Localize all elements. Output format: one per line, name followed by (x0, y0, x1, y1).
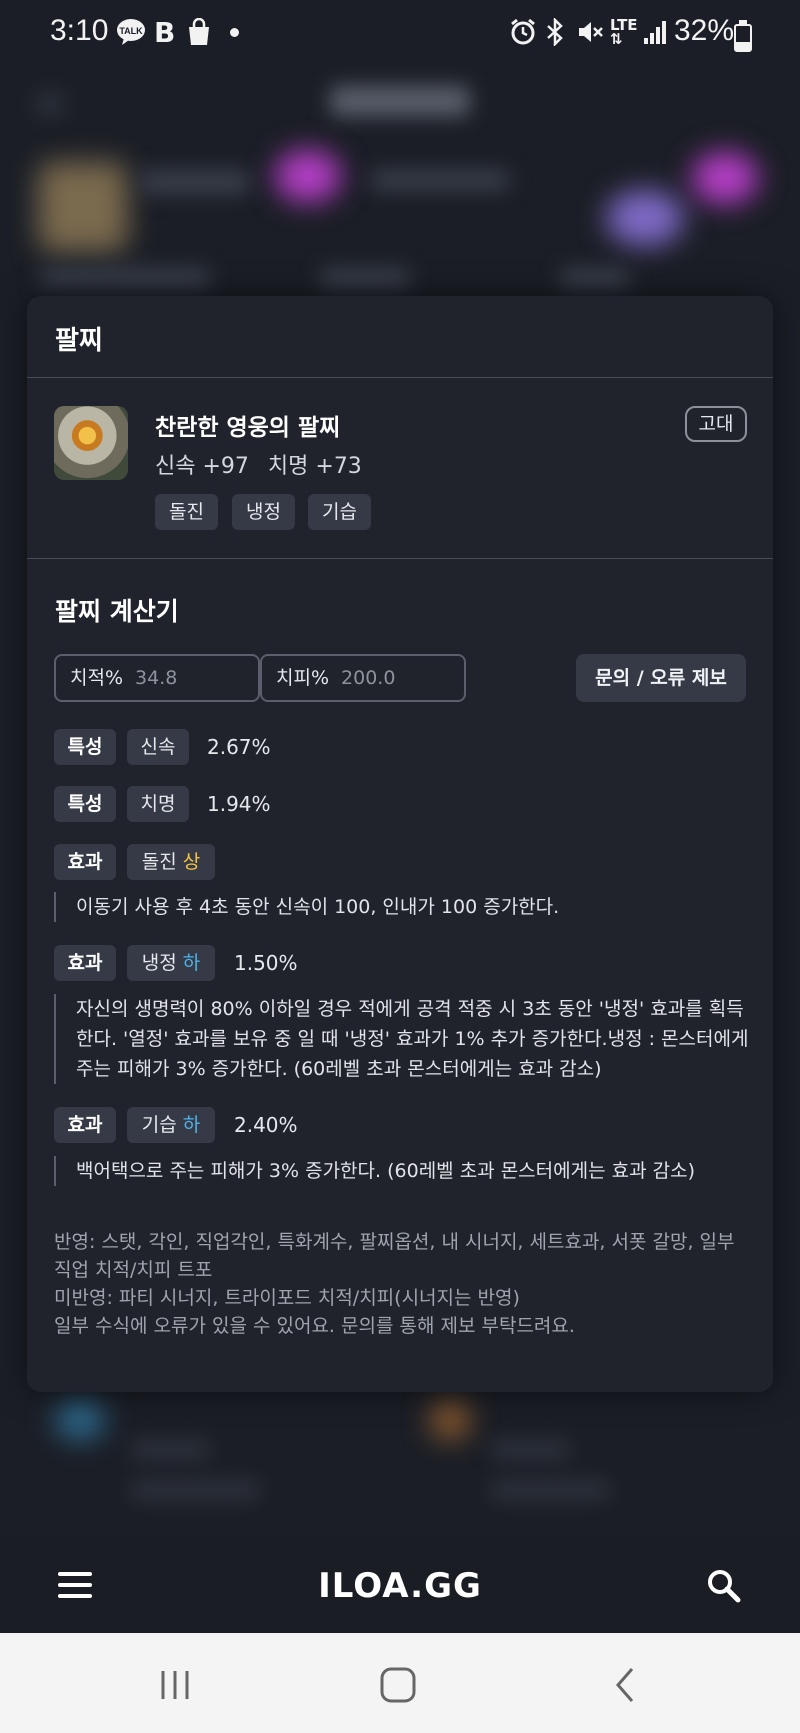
calculator-title: 팔찌 계산기 (55, 597, 179, 626)
item-stat: 치명 +73 (267, 454, 362, 479)
crit-rate-input[interactable]: 치적% 34.8 (54, 654, 260, 702)
option-value: 1.94% (207, 792, 271, 816)
blurred-text (490, 1480, 610, 1500)
blurred-text (40, 268, 210, 288)
blurred-gem-icon (606, 190, 684, 246)
blurred-back-icon (35, 90, 65, 118)
report-error-button[interactable]: 문의 / 오류 제보 (576, 654, 746, 702)
option-name-chip: 신속 (127, 729, 189, 765)
option-name: 기습 (141, 1114, 177, 1136)
blurred-text (490, 1440, 570, 1460)
option-name: 돌진 (141, 851, 177, 873)
blurred-text (140, 170, 250, 194)
grade-badge: 고대 (685, 406, 747, 442)
option-name: 냉정 (141, 952, 177, 974)
battery-percent: 32% (674, 14, 735, 47)
effect-tag: 기습 (308, 494, 371, 530)
effect-tag: 돌진 (155, 494, 218, 530)
blurred-gem-icon (692, 152, 758, 204)
blurred-header-title (330, 86, 470, 116)
effect-description: 이동기 사용 후 4초 동안 신속이 100, 인내가 100 증가한다. (54, 892, 756, 922)
blurred-gem-icon (275, 150, 341, 202)
option-name: 신속 (140, 736, 176, 758)
crit-rate-placeholder: 34.8 (135, 667, 178, 689)
lte-icon: LTE ⇅ (610, 16, 638, 48)
option-name: 치명 (140, 793, 176, 815)
item-name: 찬란한 영웅의 팔찌 (155, 415, 341, 441)
battery-icon (734, 20, 752, 52)
back-icon[interactable] (606, 1665, 646, 1705)
brand-logo[interactable]: ILOA.GG (0, 1566, 800, 1606)
status-time: 3:10 (50, 14, 109, 47)
svg-text:TALK: TALK (119, 26, 143, 36)
option-level: 하 (182, 952, 201, 974)
option-value: 2.40% (234, 1113, 298, 1137)
bracelet-item-image (54, 406, 128, 480)
app-bottom-bar: ILOA.GG (0, 1538, 800, 1633)
search-icon[interactable] (706, 1568, 742, 1604)
option-name-chip: 냉정 하 (127, 945, 215, 981)
bracelet-modal: 팔찌 찬란한 영웅의 팔찌 신속 +97 치명 +73 고대 돌진 냉정 기습 … (27, 296, 773, 1392)
shopping-bag-icon (186, 17, 212, 53)
home-icon[interactable] (378, 1665, 418, 1705)
blurred-text (130, 1480, 260, 1500)
blurred-icon (55, 1400, 105, 1440)
modal-title: 팔찌 (55, 326, 103, 356)
option-type-chip: 효과 (54, 1107, 116, 1143)
bluetooth-icon (544, 16, 566, 53)
divider (27, 377, 773, 378)
divider (27, 558, 773, 559)
note-line: 반영: 스탯, 각인, 직업각인, 특화계수, 팔찌옵션, 내 시너지, 세트효… (54, 1231, 735, 1281)
effect-description: 자신의 생명력이 80% 이하일 경우 적에게 공격 적중 시 3초 동안 '냉… (54, 994, 756, 1084)
item-stat: 신속 +97 (155, 454, 249, 479)
b-icon: B (154, 16, 176, 49)
battery-level-fill (736, 42, 750, 50)
crit-damage-placeholder: 200.0 (341, 667, 396, 689)
option-name-chip: 돌진 상 (127, 844, 215, 880)
blurred-text (130, 1440, 210, 1460)
crit-damage-label: 치피% (276, 667, 330, 689)
mute-icon (576, 18, 604, 53)
effect-tag: 냉정 (232, 494, 295, 530)
note-line: 미반영: 파티 시너지, 트라이포드 치적/치피(시너지는 반영) (54, 1287, 520, 1309)
blurred-text (370, 170, 510, 190)
note-line: 일부 수식에 오류가 있을 수 있어요. 문의를 통해 제보 부탁드려요. (54, 1315, 575, 1337)
crit-damage-input[interactable]: 치피% 200.0 (260, 654, 466, 702)
option-name-chip: 기습 하 (127, 1107, 215, 1143)
option-type-chip: 특성 (54, 786, 116, 822)
blurred-icon (430, 1400, 470, 1440)
item-stats: 신속 +97 치명 +73 (155, 448, 374, 480)
signal-icon (642, 18, 668, 53)
crit-rate-label: 치적% (70, 667, 124, 689)
option-type-chip: 특성 (54, 729, 116, 765)
blurred-text (560, 268, 630, 288)
option-type-chip: 효과 (54, 844, 116, 880)
option-level: 하 (182, 1114, 201, 1136)
option-type-chip: 효과 (54, 945, 116, 981)
option-level: 상 (182, 851, 201, 873)
option-value: 1.50% (234, 951, 298, 975)
recent-apps-icon[interactable] (155, 1665, 195, 1705)
status-bar: 3:10 TALK B LTE ⇅ 32% (0, 0, 800, 70)
option-value: 2.67% (207, 735, 271, 759)
blurred-item-image (38, 162, 128, 252)
dot-icon (230, 28, 239, 37)
effect-description: 백어택으로 주는 피해가 3% 증가한다. (60레벨 초과 몬스터에게는 효과… (54, 1156, 756, 1186)
calculator-notes: 반영: 스탯, 각인, 직업각인, 특화계수, 팔찌옵션, 내 시너지, 세트효… (54, 1228, 754, 1340)
blurred-text (320, 268, 410, 288)
option-name-chip: 치명 (127, 786, 189, 822)
system-nav-bar (0, 1633, 800, 1733)
alarm-icon (510, 18, 536, 53)
talk-icon: TALK (116, 18, 146, 53)
